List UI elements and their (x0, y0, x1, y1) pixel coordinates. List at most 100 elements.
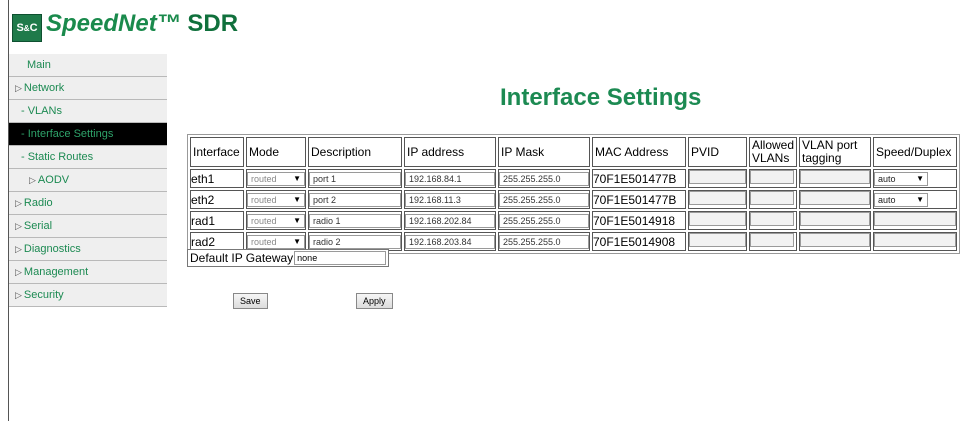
chevron-down-icon: ▼ (916, 195, 925, 204)
mode-select[interactable]: routed ▼ (247, 193, 305, 207)
mode-select[interactable]: routed ▼ (247, 214, 305, 228)
allowed-vlans-cell (749, 211, 798, 230)
speed-cell: auto ▼ (873, 169, 958, 188)
page-title: Interface Settings (500, 84, 702, 111)
col-mode: Mode (246, 137, 306, 167)
pvid-input (689, 233, 746, 247)
ip-mask-input[interactable]: 255.255.255.0 (499, 172, 589, 186)
table-row: eth1 routed ▼ port 1 192.168.84.1 255.255… (190, 169, 958, 188)
apply-button[interactable]: Apply (356, 293, 393, 309)
chevron-down-icon: ▼ (293, 174, 301, 183)
mode-cell: routed ▼ (246, 169, 306, 188)
speed-select[interactable]: auto ▼ (874, 172, 929, 186)
pvid-input (689, 191, 746, 205)
interface-name: eth2 (190, 190, 244, 209)
ip-address-input[interactable]: 192.168.84.1 (405, 172, 495, 186)
allowed-vlans-cell (749, 190, 798, 209)
app-title: SpeedNet™ SDR (46, 10, 238, 38)
speed-cell (873, 211, 958, 230)
triangle-right-icon: ▷ (15, 244, 22, 254)
ip-cell: 192.168.11.3 (404, 190, 496, 209)
sidebar-item-interface-settings[interactable]: - Interface Settings (9, 123, 167, 146)
default-gateway-input[interactable]: none (294, 251, 387, 265)
mask-cell: 255.255.255.0 (498, 211, 590, 230)
vlan-tagging-input (800, 212, 871, 226)
mask-cell: 255.255.255.0 (498, 232, 590, 251)
table-row: eth2 routed ▼ port 2 192.168.11.3 255.255… (190, 190, 958, 209)
sidebar-item-serial[interactable]: ▷ Serial (9, 215, 167, 238)
col-vlan-port-tagging: VLAN port tagging (799, 137, 872, 167)
interface-table: Interface Mode Description IP address IP… (187, 134, 961, 254)
description-input[interactable]: port 2 (309, 193, 401, 207)
mode-cell: routed ▼ (246, 211, 306, 230)
pvid-input (689, 212, 746, 226)
sidebar-item-diagnostics[interactable]: ▷ Diagnostics (9, 238, 167, 261)
speed-cell (873, 232, 958, 251)
description-input[interactable]: radio 1 (309, 214, 401, 228)
chevron-down-icon: ▼ (293, 237, 301, 246)
sidebar-item-network[interactable]: ▷ Network (9, 77, 167, 100)
sidebar-item-vlans[interactable]: - VLANs (9, 100, 167, 123)
pvid-input (689, 170, 746, 184)
vlan-tagging-cell (799, 169, 872, 188)
ip-mask-input[interactable]: 255.255.255.0 (499, 235, 589, 249)
mask-cell: 255.255.255.0 (498, 190, 590, 209)
col-interface: Interface (190, 137, 244, 167)
interface-name: rad1 (190, 211, 244, 230)
mode-select[interactable]: routed ▼ (247, 172, 305, 186)
allowed-vlans-input (750, 212, 794, 226)
triangle-right-icon: ▷ (15, 198, 22, 208)
description-cell: radio 1 (308, 211, 402, 230)
vlan-tagging-cell (799, 190, 872, 209)
chevron-down-icon: ▼ (916, 174, 925, 183)
ip-mask-input[interactable]: 255.255.255.0 (499, 193, 589, 207)
ip-address-input[interactable]: 192.168.202.84 (405, 214, 495, 228)
description-input[interactable]: radio 2 (309, 235, 401, 249)
col-speed-duplex: Speed/Duplex (873, 137, 958, 167)
col-description: Description (308, 137, 402, 167)
description-cell: port 1 (308, 169, 402, 188)
description-input[interactable]: port 1 (309, 172, 401, 186)
sidebar-item-radio[interactable]: ▷ Radio (9, 192, 167, 215)
vlan-tagging-input (800, 170, 871, 184)
ip-mask-input[interactable]: 255.255.255.0 (499, 214, 589, 228)
mac-address: 70F1E5014908 (592, 232, 686, 251)
ip-address-input[interactable]: 192.168.11.3 (405, 193, 495, 207)
interface-name: eth1 (190, 169, 244, 188)
mode-cell: routed ▼ (246, 190, 306, 209)
mode-select[interactable]: routed ▼ (247, 235, 305, 249)
sidebar-item-static-routes[interactable]: - Static Routes (9, 146, 167, 169)
pvid-cell (688, 169, 747, 188)
sidebar-item-aodv[interactable]: ▷ AODV (9, 169, 167, 192)
company-logo: S & C (12, 14, 42, 42)
sidebar-item-management[interactable]: ▷ Management (9, 261, 167, 284)
speed-cell: auto ▼ (873, 190, 958, 209)
default-gateway-label: Default IP Gateway (190, 251, 294, 265)
vlan-tagging-input (800, 191, 871, 205)
ip-cell: 192.168.203.84 (404, 232, 496, 251)
sidebar-item-security[interactable]: ▷ Security (9, 284, 167, 307)
ip-address-input[interactable]: 192.168.203.84 (405, 235, 495, 249)
default-gateway-group: Default IP Gateway none (187, 249, 390, 267)
allowed-vlans-cell (749, 169, 798, 188)
vlan-tagging-cell (799, 211, 872, 230)
ip-cell: 192.168.84.1 (404, 169, 496, 188)
col-pvid: PVID (688, 137, 747, 167)
sidebar-nav: Main ▷ Network - VLANs - Interface Settin… (9, 54, 167, 307)
table-header-row: Interface Mode Description IP address IP… (190, 137, 958, 167)
triangle-right-icon: ▷ (29, 175, 36, 185)
allowed-vlans-input (750, 170, 794, 184)
triangle-right-icon: ▷ (15, 267, 22, 277)
col-allowed-vlans: Allowed VLANs (749, 137, 798, 167)
speed-empty (874, 212, 957, 226)
triangle-right-icon: ▷ (15, 221, 22, 231)
speed-select[interactable]: auto ▼ (874, 193, 929, 207)
save-button[interactable]: Save (233, 293, 268, 309)
vlan-tagging-input (800, 233, 871, 247)
sidebar-item-main[interactable]: Main (9, 54, 167, 77)
mac-address: 70F1E501477B (592, 169, 686, 188)
chevron-down-icon: ▼ (293, 195, 301, 204)
pvid-cell (688, 190, 747, 209)
col-ip-mask: IP Mask (498, 137, 590, 167)
col-ip-address: IP address (404, 137, 496, 167)
